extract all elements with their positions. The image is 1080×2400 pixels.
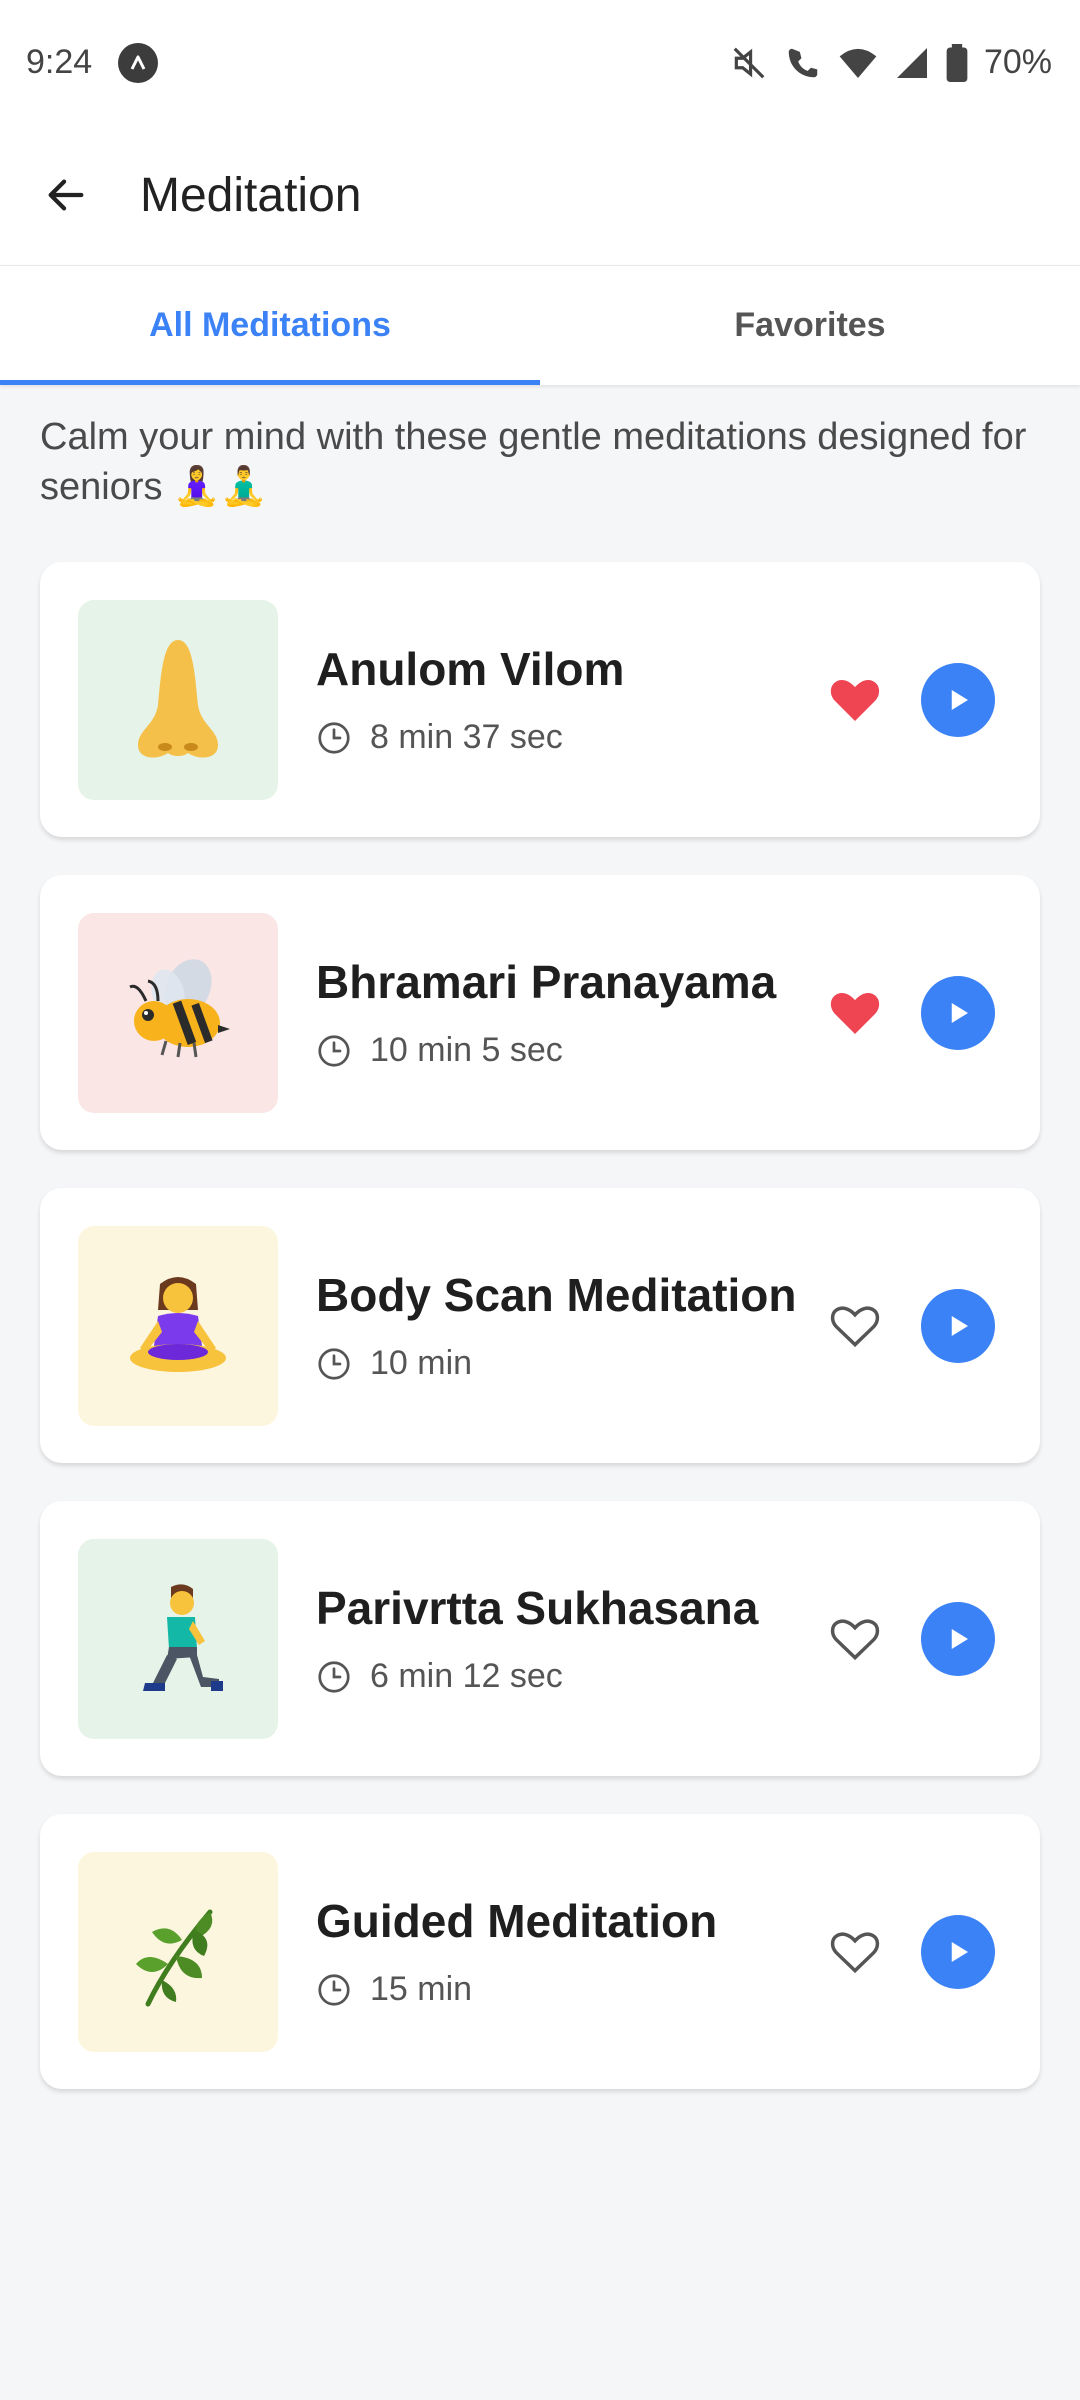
tab-all-meditations[interactable]: All Meditations — [0, 266, 540, 385]
mute-icon — [730, 44, 768, 82]
clock-icon — [318, 1034, 350, 1067]
play-icon — [951, 689, 968, 710]
meditation-title: Body Scan Meditation — [316, 1269, 797, 1321]
play-button[interactable] — [921, 975, 995, 1050]
card-actions — [823, 1914, 995, 1989]
status-time: 9:24 — [26, 43, 93, 81]
thumbnail — [78, 1538, 278, 1739]
meditation-duration: 6 min 12 sec — [370, 1657, 563, 1695]
heart-outline-icon — [830, 1618, 880, 1660]
card-actions — [823, 662, 995, 737]
play-button[interactable] — [921, 1601, 995, 1676]
meditation-duration: 8 min 37 sec — [370, 718, 563, 756]
meditation-title: Parivrtta Sukhasana — [316, 1582, 759, 1634]
favorite-button[interactable] — [823, 1920, 887, 1984]
meditation-title: Anulom Vilom — [316, 643, 625, 695]
thumbnail — [78, 1851, 278, 2052]
duration-row: 6 min 12 sec — [316, 1657, 823, 1696]
clock-icon — [318, 1660, 350, 1693]
favorite-button[interactable] — [823, 981, 887, 1045]
heart-outline-icon — [830, 1931, 880, 1973]
wifi-calling-icon — [784, 44, 822, 82]
play-button[interactable] — [921, 1914, 995, 1989]
status-left: 9:24 — [26, 42, 159, 83]
duration-row: 15 min — [316, 1970, 823, 2009]
signal-icon — [894, 45, 930, 81]
nose-icon — [138, 639, 218, 758]
play-icon — [951, 1941, 968, 1962]
card-actions — [823, 975, 995, 1050]
meditation-card-anulom-vilom[interactable]: Anulom Vilom 8 min 37 sec — [40, 562, 1040, 837]
kneeling-man-icon — [143, 1583, 223, 1691]
meditation-card-guided-meditation[interactable]: Guided Meditation 15 min — [40, 1814, 1040, 2089]
meditation-duration: 10 min — [370, 1344, 473, 1382]
intro-text: Calm your mind with these gentle meditat… — [40, 416, 1027, 508]
battery-icon — [946, 43, 968, 82]
arrow-left-icon — [48, 179, 84, 211]
meditation-title: Bhramari Pranayama — [316, 956, 777, 1008]
play-icon — [951, 1002, 968, 1023]
app-badge-icon — [118, 42, 159, 83]
bee-icon — [129, 958, 230, 1057]
duration-row: 10 min 5 sec — [316, 1031, 823, 1070]
heart-filled-icon — [830, 679, 880, 721]
duration-row: 10 min — [316, 1344, 823, 1383]
card-info: Parivrtta Sukhasana 6 min 12 sec — [316, 1581, 823, 1696]
heart-outline-icon — [830, 1305, 880, 1347]
thumbnail — [78, 1225, 278, 1426]
favorite-button[interactable] — [823, 1294, 887, 1358]
card-info: Bhramari Pranayama 10 min 5 sec — [316, 955, 823, 1070]
card-info: Anulom Vilom 8 min 37 sec — [316, 642, 823, 757]
card-info: Guided Meditation 15 min — [316, 1894, 823, 2009]
status-right: 70% — [730, 43, 1052, 82]
favorite-button[interactable] — [823, 1607, 887, 1671]
play-button[interactable] — [921, 1288, 995, 1363]
herb-icon — [136, 1909, 213, 2006]
status-bar: 9:24 70% — [0, 0, 1080, 125]
wifi-icon — [838, 45, 878, 81]
favorite-button[interactable] — [823, 668, 887, 732]
meditation-card-parivrtta-sukhasana[interactable]: Parivrtta Sukhasana 6 min 12 sec — [40, 1501, 1040, 1776]
meditation-duration: 10 min 5 sec — [370, 1031, 563, 1069]
card-actions — [823, 1288, 995, 1363]
clock-icon — [318, 1347, 350, 1380]
card-info: Body Scan Meditation 10 min — [316, 1268, 823, 1383]
duration-row: 8 min 37 sec — [316, 718, 823, 757]
meditation-title: Guided Meditation — [316, 1895, 718, 1947]
thumbnail — [78, 599, 278, 800]
meditation-list: Anulom Vilom 8 min 37 sec Bhramari Prana… — [40, 562, 1040, 2127]
clock-icon — [318, 721, 350, 754]
battery-level: 70% — [983, 43, 1052, 81]
play-icon — [951, 1628, 968, 1649]
play-button[interactable] — [921, 662, 995, 737]
clock-icon — [318, 1973, 350, 2006]
meditation-duration: 15 min — [370, 1970, 473, 2008]
thumbnail — [78, 912, 278, 1113]
meditation-card-body-scan[interactable]: Body Scan Meditation 10 min — [40, 1188, 1040, 1463]
card-actions — [823, 1601, 995, 1676]
tab-bar: All Meditations Favorites — [0, 265, 1080, 385]
meditating-woman-icon — [130, 1276, 226, 1372]
play-icon — [951, 1315, 968, 1336]
back-button[interactable] — [40, 169, 92, 221]
meditation-card-bhramari-pranayama[interactable]: Bhramari Pranayama 10 min 5 sec — [40, 875, 1040, 1150]
page-title: Meditation — [140, 168, 362, 222]
tab-favorites[interactable]: Favorites — [540, 266, 1080, 385]
heart-filled-icon — [830, 992, 880, 1034]
app-bar: Meditation — [0, 125, 1080, 265]
